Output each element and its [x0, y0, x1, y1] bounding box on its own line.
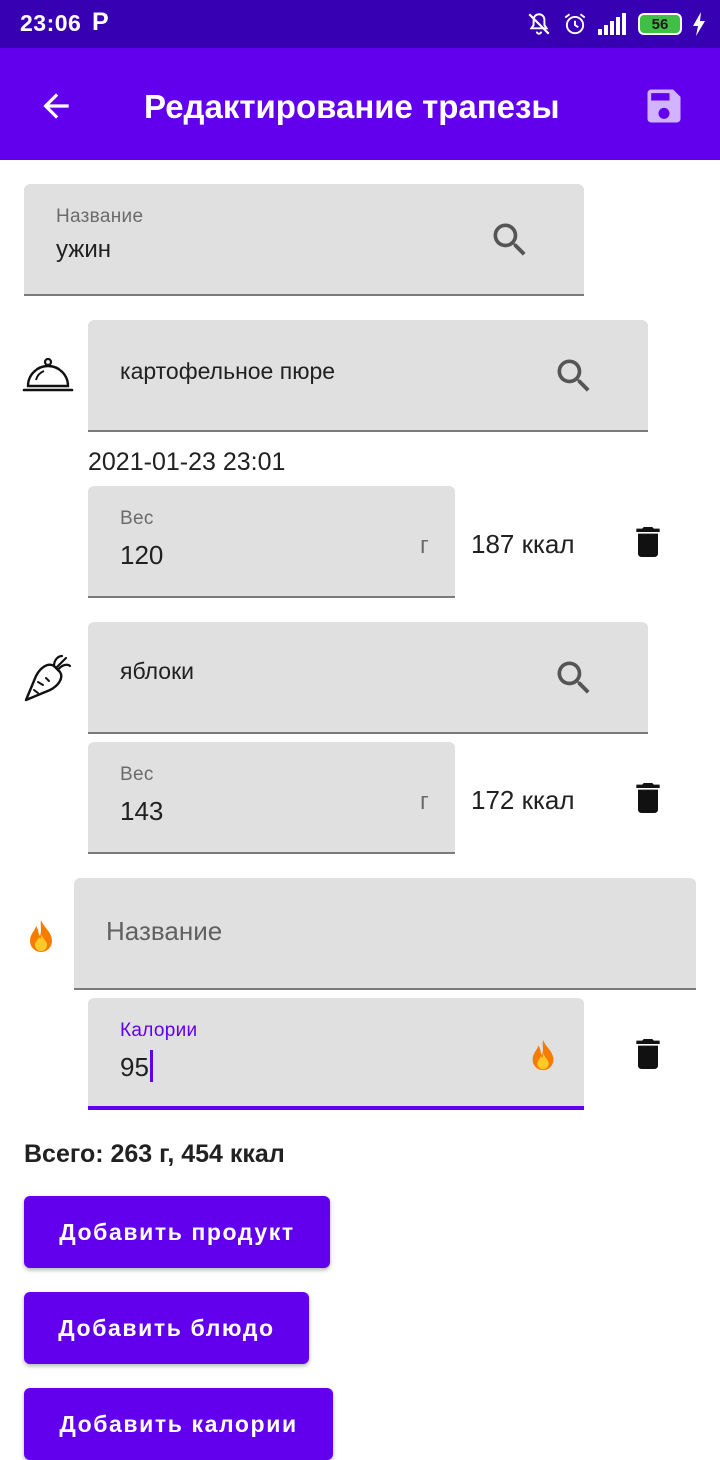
delete-icon[interactable] — [628, 1032, 668, 1076]
delete-icon[interactable] — [628, 520, 668, 564]
meal-name-label: Название — [56, 206, 144, 227]
status-icons: 56 — [526, 8, 706, 40]
save-button[interactable] — [636, 78, 692, 134]
product-name-value: яблоки — [120, 658, 194, 684]
charging-icon — [693, 12, 705, 36]
fire-icon — [30, 920, 52, 952]
app-indicator-icon: P — [92, 8, 109, 36]
alarm-icon — [564, 13, 586, 35]
product-name-value: картофельное пюре — [120, 358, 336, 384]
search-icon[interactable] — [552, 354, 596, 398]
custom-name-placeholder: Название — [106, 916, 223, 946]
battery-icon: 56 — [638, 13, 682, 35]
calories-value: 95 — [120, 1052, 149, 1082]
signal-icon — [598, 13, 626, 35]
back-button[interactable] — [30, 80, 82, 132]
dish-cloche-icon — [22, 357, 74, 392]
add-dish-button[interactable]: Добавить блюдо — [24, 1292, 309, 1364]
status-time: 23:06 — [20, 10, 82, 36]
status-bar: 23:06 P 56 — [0, 0, 720, 48]
fire-icon — [532, 1039, 554, 1071]
item-date: 2021-01-23 23:01 — [88, 448, 286, 476]
save-icon — [647, 89, 681, 123]
meal-name-field[interactable]: Название ужин — [24, 184, 584, 296]
add-product-button[interactable]: Добавить продукт — [24, 1196, 330, 1268]
weight-field[interactable]: Вес 120 г — [88, 486, 455, 598]
weight-unit: г — [420, 788, 429, 815]
product-name-field[interactable]: картофельное пюре — [88, 320, 648, 432]
text-cursor — [149, 1050, 153, 1082]
weight-label: Вес — [120, 764, 154, 785]
carrot-icon — [24, 654, 72, 702]
delete-icon[interactable] — [628, 776, 668, 820]
calories-label: Калории — [120, 1020, 198, 1041]
arrow-back-icon — [43, 93, 69, 119]
weight-value: 120 — [120, 540, 164, 570]
search-icon[interactable] — [552, 656, 596, 700]
total-summary: Всего: 263 г, 454 ккал — [24, 1140, 285, 1168]
muted-icon — [528, 13, 550, 35]
calories-input[interactable]: 95 — [120, 1050, 153, 1083]
item-kcal: 172 ккал — [471, 785, 575, 815]
weight-unit: г — [420, 532, 429, 559]
search-icon[interactable] — [488, 218, 532, 262]
add-calories-button[interactable]: Добавить калории — [24, 1388, 333, 1460]
calories-field[interactable]: Калории 95 — [88, 998, 584, 1110]
weight-value: 143 — [120, 796, 164, 826]
page-title: Редактирование трапезы — [144, 88, 560, 125]
custom-name-field[interactable]: Название — [74, 878, 696, 990]
meal-name-value: ужин — [56, 236, 111, 263]
product-name-field[interactable]: яблоки — [88, 622, 648, 734]
weight-field[interactable]: Вес 143 г — [88, 742, 455, 854]
weight-label: Вес — [120, 508, 154, 529]
item-kcal: 187 ккал — [471, 529, 575, 559]
